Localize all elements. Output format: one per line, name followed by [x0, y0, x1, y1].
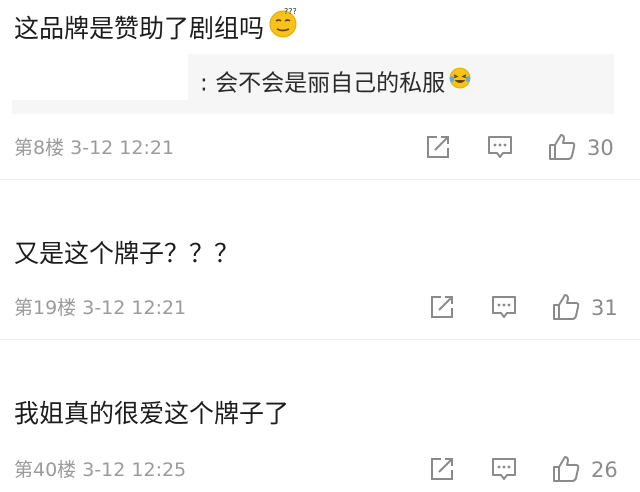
edit-icon[interactable] [426, 291, 458, 323]
laughing-crying-face-emoji-icon [448, 66, 472, 98]
edit-icon[interactable] [422, 131, 454, 163]
comment-meta: 第19楼 3-12 12:21 [14, 296, 186, 320]
reply-quote-text: 会不会是丽自己的私服 [215, 70, 446, 97]
thumbs-up-icon[interactable] [550, 453, 582, 485]
comment-item: 这品牌是赞助了剧组吗 ??? : 会不会是丽自己的私服 第8楼 3-12 12:… [0, 0, 640, 180]
like-count: 30 [587, 136, 614, 160]
comment-icon[interactable] [488, 453, 520, 485]
comment-actions: 31 [424, 291, 640, 325]
comment-item: 我姐真的很爱这个牌子了 第40楼 3-12 12:25 26 [0, 340, 640, 492]
like-count: 26 [591, 458, 618, 482]
comment-body: 这品牌是赞助了剧组吗 ??? [14, 7, 299, 50]
comment-icon[interactable] [484, 131, 516, 163]
comment-text: 又是这个牌子？？？ [14, 239, 240, 268]
comment-time: 3-12 12:25 [82, 459, 187, 481]
floor-number: 第8楼 [14, 137, 65, 159]
reply-quote-body: : 会不会是丽自己的私服 [200, 66, 472, 100]
comment-meta: 第8楼 3-12 12:21 [14, 136, 174, 160]
comment-time: 3-12 12:21 [70, 137, 175, 159]
comment-text: 我姐真的很爱这个牌子了 [14, 399, 290, 428]
comment-actions: 30 [420, 131, 640, 165]
reply-quote[interactable]: : 会不会是丽自己的私服 [12, 54, 614, 114]
thumbs-up-icon[interactable] [546, 131, 578, 163]
comment-time: 3-12 12:21 [82, 297, 187, 319]
thumbs-up-icon[interactable] [550, 291, 582, 323]
like-count: 31 [591, 296, 618, 320]
reply-quote-prefix: : [200, 70, 208, 97]
thinking-face-emoji-icon: ??? [267, 7, 299, 47]
redacted-username [12, 54, 188, 100]
comment-icon[interactable] [488, 291, 520, 323]
comment-meta: 第40楼 3-12 12:25 [14, 458, 186, 482]
comment-actions: 26 [424, 453, 640, 487]
floor-number: 第19楼 [14, 297, 77, 319]
svg-text:???: ??? [284, 7, 297, 16]
comment-item: 又是这个牌子？？？ 第19楼 3-12 12:21 31 [0, 180, 640, 340]
edit-icon[interactable] [426, 453, 458, 485]
comment-list: 这品牌是赞助了剧组吗 ??? : 会不会是丽自己的私服 第8楼 3-12 12:… [0, 0, 640, 492]
comment-text: 这品牌是赞助了剧组吗 [14, 14, 265, 43]
floor-number: 第40楼 [14, 459, 77, 481]
